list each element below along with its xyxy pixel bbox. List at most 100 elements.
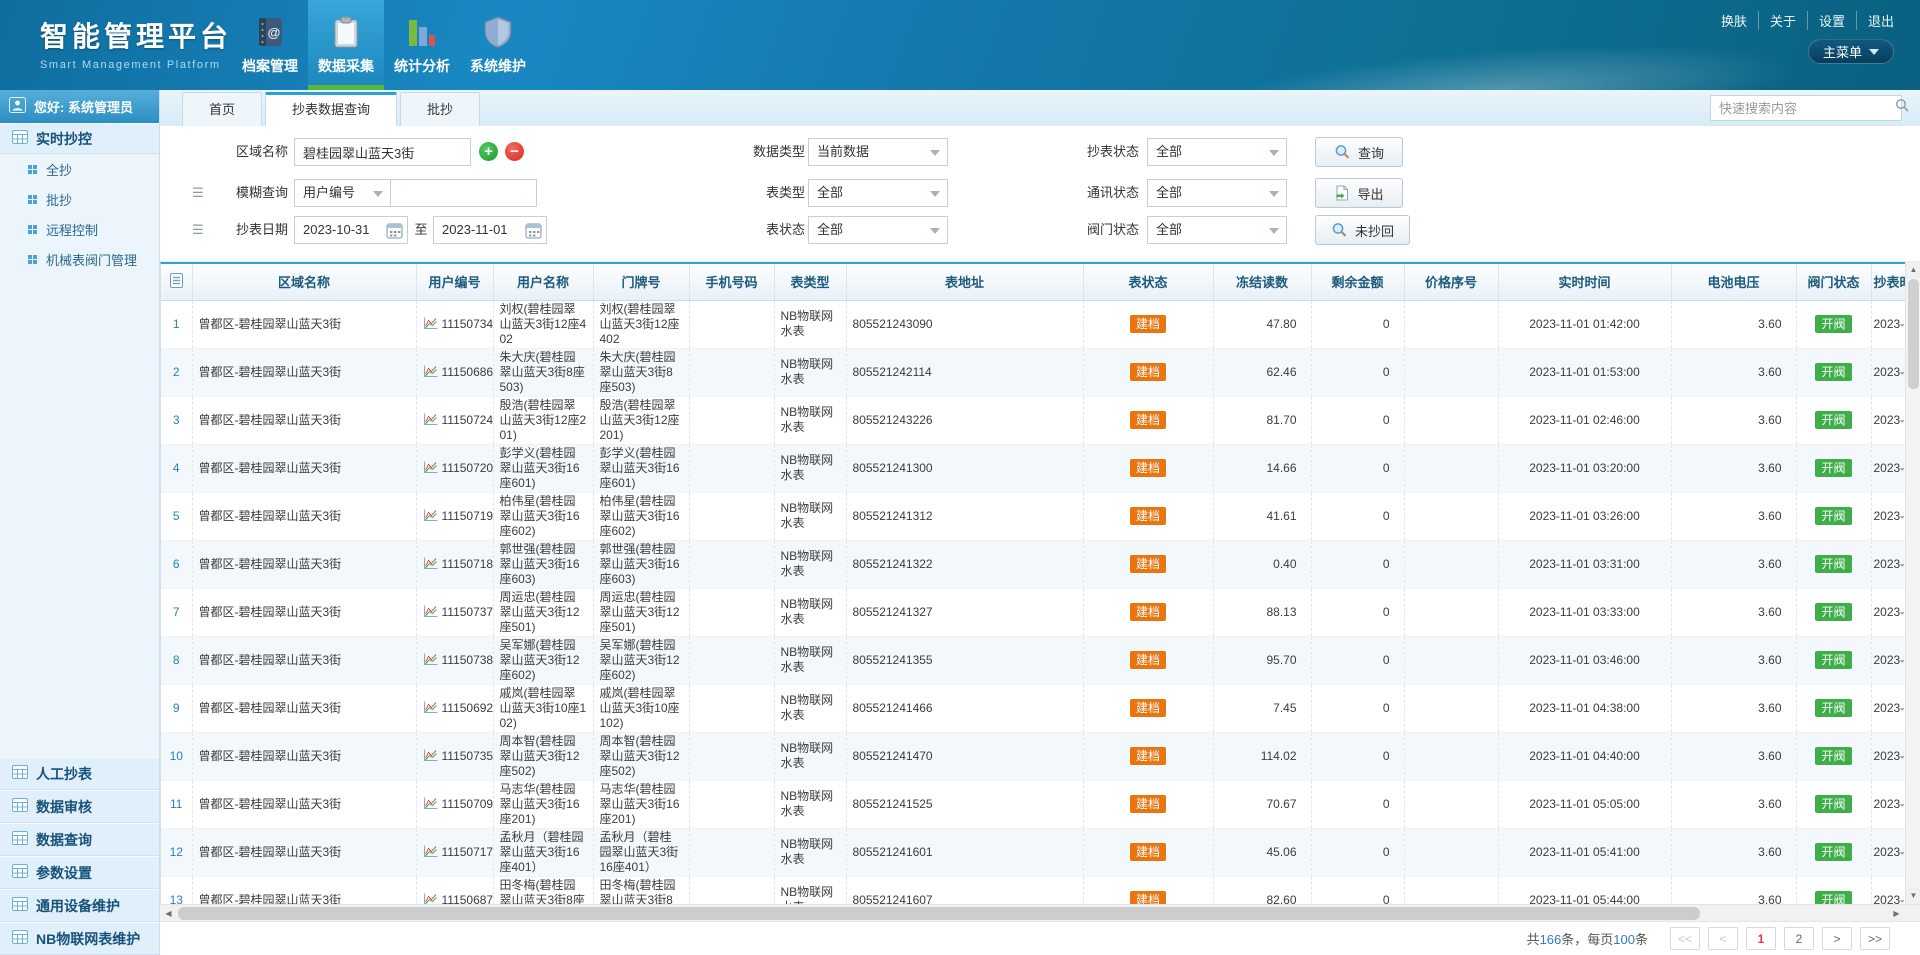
- main-menu-button[interactable]: 主菜单: [1808, 39, 1894, 64]
- area-name-input[interactable]: [295, 139, 470, 165]
- sidebar-item-远程控制[interactable]: 远程控制: [0, 214, 159, 244]
- page-button-<[interactable]: <: [1708, 927, 1738, 950]
- cell-phone: [689, 540, 774, 588]
- page-button->>[interactable]: >>: [1860, 927, 1890, 950]
- date-to-field[interactable]: 2023-11-01: [433, 216, 547, 244]
- table-row[interactable]: 2曾都区-碧桂园翠山蓝天3街11150686朱大庆(碧桂园翠山蓝天3街8座503…: [161, 348, 1905, 396]
- quick-link[interactable]: 关于: [1759, 11, 1808, 30]
- vertical-scrollbar[interactable]: ▲ ▼: [1905, 262, 1920, 904]
- nav-item-statistics[interactable]: 统计分析: [384, 0, 460, 90]
- nav-item-label: 统计分析: [394, 56, 450, 76]
- table-row[interactable]: 6曾都区-碧桂园翠山蓝天3街11150718郭世强(碧桂园翠山蓝天3街16座60…: [161, 540, 1905, 588]
- app-title: 智能管理平台: [40, 15, 232, 55]
- cell-frozen_reading: 114.02: [1213, 732, 1311, 780]
- quick-link[interactable]: 退出: [1857, 11, 1894, 30]
- page-button-2[interactable]: 2: [1784, 927, 1814, 950]
- table-row[interactable]: 11曾都区-碧桂园翠山蓝天3街11150709马志华(碧桂园翠山蓝天3街16座2…: [161, 780, 1905, 828]
- usage-chart-icon[interactable]: [423, 605, 442, 619]
- scroll-up-icon[interactable]: ▲: [1906, 262, 1920, 278]
- read-status-select[interactable]: 全部: [1147, 138, 1287, 166]
- usage-chart-icon[interactable]: [423, 701, 442, 715]
- unread-button[interactable]: 未抄回: [1315, 215, 1410, 245]
- quick-search-input[interactable]: [1719, 101, 1895, 116]
- comm-status-select[interactable]: 全部: [1147, 179, 1287, 207]
- nav-item-archives[interactable]: @档案管理: [232, 0, 308, 90]
- squares-icon: [28, 162, 37, 177]
- usage-chart-icon[interactable]: [423, 845, 442, 859]
- fuzzy-field-select[interactable]: 用户编号: [294, 179, 391, 207]
- cell-meter_status: 建档: [1083, 732, 1213, 780]
- sidebar-section-数据审核[interactable]: 数据审核: [0, 790, 159, 823]
- usage-chart-icon[interactable]: [423, 749, 442, 763]
- sidebar-item-机械表阀门管理[interactable]: 机械表阀门管理: [0, 244, 159, 274]
- table-row[interactable]: 10曾都区-碧桂园翠山蓝天3街11150735周本智(碧桂园翠山蓝天3街12座5…: [161, 732, 1905, 780]
- table-row[interactable]: 4曾都区-碧桂园翠山蓝天3街11150720彭学义(碧桂园翠山蓝天3街16座60…: [161, 444, 1905, 492]
- usage-chart-icon[interactable]: [423, 557, 442, 571]
- usage-chart-icon[interactable]: [423, 365, 442, 379]
- nav-item-data-collection[interactable]: 数据采集: [308, 0, 384, 90]
- meter-type-select[interactable]: 全部: [808, 179, 948, 207]
- usage-chart-icon[interactable]: [423, 893, 442, 905]
- usage-chart-icon[interactable]: [423, 461, 442, 475]
- sidebar-item-全抄[interactable]: 全抄: [0, 154, 159, 184]
- table-row[interactable]: 7曾都区-碧桂园翠山蓝天3街11150737周运忠(碧桂园翠山蓝天3街12座50…: [161, 588, 1905, 636]
- horizontal-scroll-thumb[interactable]: [178, 907, 1700, 920]
- page-button-<<[interactable]: <<: [1670, 927, 1700, 950]
- sidebar-section-通用设备维护[interactable]: 通用设备维护: [0, 889, 159, 922]
- vertical-scroll-thumb[interactable]: [1908, 279, 1919, 389]
- table-row[interactable]: 9曾都区-碧桂园翠山蓝天3街11150692戚岚(碧桂园翠山蓝天3街10座102…: [161, 684, 1905, 732]
- export-button[interactable]: 导出: [1315, 178, 1403, 208]
- cell-user_name: 周运忠(碧桂园翠山蓝天3街12座501): [493, 588, 593, 636]
- cell-area: 曾都区-碧桂园翠山蓝天3街: [192, 684, 416, 732]
- cell-read_time: 2023-: [1871, 444, 1905, 492]
- table-row[interactable]: 13曾都区-碧桂园翠山蓝天3街11150687田冬梅(碧桂园翠山蓝天3街8座50…: [161, 876, 1905, 904]
- scroll-down-icon[interactable]: ▼: [1906, 888, 1920, 904]
- app-logo: 智能管理平台 Smart Management Platform: [40, 15, 232, 71]
- date-from-field[interactable]: 2023-10-31: [294, 216, 408, 244]
- horizontal-scrollbar[interactable]: ◀ ▶: [160, 904, 1920, 921]
- cell-meter_status: 建档: [1083, 684, 1213, 732]
- tab-首页[interactable]: 首页: [182, 92, 262, 126]
- sidebar-section-NB物联网表维护[interactable]: NB物联网表维护: [0, 922, 159, 955]
- meter-status-value: 全部: [817, 222, 843, 237]
- query-button[interactable]: 查询: [1315, 137, 1403, 167]
- meter-status-select[interactable]: 全部: [808, 216, 948, 244]
- scroll-left-icon[interactable]: ◀: [160, 905, 177, 922]
- calendar-icon[interactable]: [525, 222, 542, 248]
- table-row[interactable]: 5曾都区-碧桂园翠山蓝天3街11150719柏伟星(碧桂园翠山蓝天3街16座60…: [161, 492, 1905, 540]
- nav-item-label: 档案管理: [242, 56, 298, 76]
- table-row[interactable]: 8曾都区-碧桂园翠山蓝天3街11150738吴军娜(碧桂园翠山蓝天3街12座60…: [161, 636, 1905, 684]
- quick-link[interactable]: 换肤: [1710, 11, 1759, 30]
- page-button->[interactable]: >: [1822, 927, 1852, 950]
- valve-status-select[interactable]: 全部: [1147, 216, 1287, 244]
- cell-door_no: 周运忠(碧桂园翠山蓝天3街12座501): [593, 588, 689, 636]
- sidebar-section-参数设置[interactable]: 参数设置: [0, 856, 159, 889]
- usage-chart-icon[interactable]: [423, 317, 442, 331]
- sidebar-section-人工抄表[interactable]: 人工抄表: [0, 757, 159, 790]
- fuzzy-query-input[interactable]: [391, 180, 536, 206]
- usage-chart-icon[interactable]: [423, 413, 442, 427]
- usage-chart-icon[interactable]: [423, 509, 442, 523]
- tab-抄表数据查询[interactable]: 抄表数据查询: [265, 92, 397, 126]
- sidebar-section-realtime-reading[interactable]: 实时抄控: [0, 123, 159, 154]
- usage-chart-icon[interactable]: [423, 653, 442, 667]
- nav-item-maintenance[interactable]: 系统维护: [460, 0, 536, 90]
- remove-area-button[interactable]: −: [505, 142, 524, 161]
- usage-chart-icon[interactable]: [423, 797, 442, 811]
- cell-voltage: 3.60: [1671, 540, 1796, 588]
- calendar-icon[interactable]: [386, 222, 403, 248]
- table-row[interactable]: 12曾都区-碧桂园翠山蓝天3街11150717孟秋月（碧桂园翠山蓝天3街16座4…: [161, 828, 1905, 876]
- page-button-1[interactable]: 1: [1746, 927, 1776, 950]
- quick-link[interactable]: 设置: [1808, 11, 1857, 30]
- tab-批抄[interactable]: 批抄: [400, 92, 480, 126]
- search-icon[interactable]: [1895, 98, 1910, 118]
- data-type-select[interactable]: 当前数据: [808, 138, 948, 166]
- cell-sel: 8: [161, 636, 192, 684]
- sidebar-item-批抄[interactable]: 批抄: [0, 184, 159, 214]
- table-row[interactable]: 1曾都区-碧桂园翠山蓝天3街11150734刘权(碧桂园翠山蓝天3街12座402…: [161, 300, 1905, 348]
- scroll-right-icon[interactable]: ▶: [1888, 905, 1905, 922]
- cell-sel: 6: [161, 540, 192, 588]
- table-row[interactable]: 3曾都区-碧桂园翠山蓝天3街11150724殷浩(碧桂园翠山蓝天3街12座201…: [161, 396, 1905, 444]
- add-area-button[interactable]: +: [479, 142, 498, 161]
- sidebar-section-数据查询[interactable]: 数据查询: [0, 823, 159, 856]
